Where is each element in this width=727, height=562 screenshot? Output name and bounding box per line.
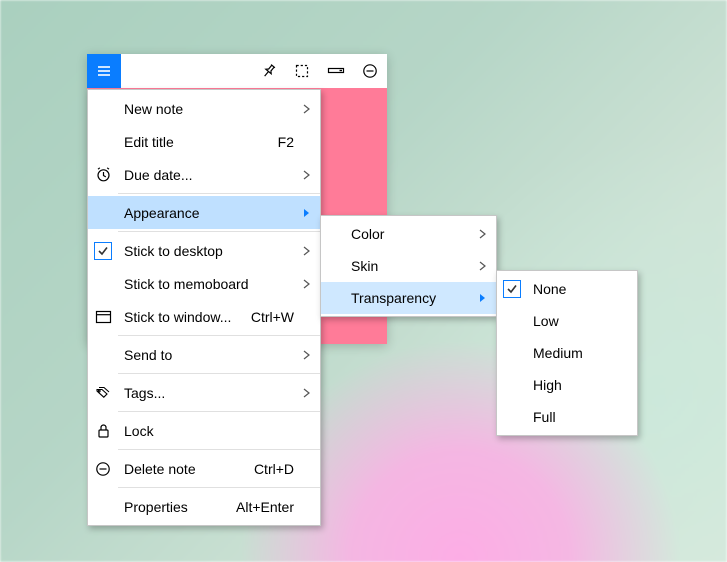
checkbox-checked-icon	[503, 280, 521, 298]
menu-label: Stick to desktop	[118, 243, 300, 259]
menu-item-delete-note[interactable]: Delete note Ctrl+D	[88, 452, 320, 485]
menu-item-transparency-low[interactable]: Low	[497, 305, 637, 337]
menu-separator	[118, 449, 320, 450]
titlebar-button[interactable]	[319, 54, 353, 88]
menu-label: Due date...	[118, 167, 300, 183]
menu-item-send-to[interactable]: Send to	[88, 338, 320, 371]
titlebar-icon	[327, 63, 345, 79]
menu-label: High	[527, 377, 631, 393]
menu-item-transparency-none[interactable]: None	[497, 273, 637, 305]
transparency-submenu: None Low Medium High Full	[496, 270, 638, 436]
submenu-arrow-icon	[479, 293, 487, 303]
menu-item-due-date[interactable]: Due date...	[88, 158, 320, 191]
menu-label: Tags...	[118, 385, 300, 401]
menu-shortcut: F2	[268, 134, 300, 150]
submenu-arrow-icon	[303, 104, 311, 114]
menu-label: Appearance	[118, 205, 300, 221]
submenu-arrow-icon	[303, 350, 311, 360]
menu-item-properties[interactable]: Properties Alt+Enter	[88, 490, 320, 523]
selection-icon	[294, 63, 310, 79]
menu-item-tags[interactable]: Tags...	[88, 376, 320, 409]
menu-label: Medium	[527, 345, 631, 361]
menu-label: Properties	[118, 499, 226, 515]
menu-separator	[118, 487, 320, 488]
menu-item-transparency-high[interactable]: High	[497, 369, 637, 401]
menu-item-new-note[interactable]: New note	[88, 92, 320, 125]
menu-shortcut: Ctrl+W	[241, 309, 300, 325]
checkbox-checked-icon	[94, 242, 112, 260]
menu-separator	[118, 373, 320, 374]
menu-label: Stick to memoboard	[118, 276, 300, 292]
menu-label: Transparency	[345, 290, 476, 306]
menu-shortcut: Ctrl+D	[244, 461, 300, 477]
context-menu: New note Edit title F2 Due date... Appea…	[87, 89, 321, 526]
menu-item-skin[interactable]: Skin	[321, 250, 496, 282]
minus-circle-icon	[362, 63, 378, 79]
pin-button[interactable]	[251, 54, 285, 88]
menu-label: Low	[527, 313, 631, 329]
hamburger-menu-button[interactable]	[87, 54, 121, 88]
submenu-arrow-icon	[303, 208, 311, 218]
menu-label: Stick to window...	[118, 309, 241, 325]
delete-button[interactable]	[353, 54, 387, 88]
menu-label: Send to	[118, 347, 300, 363]
menu-label: New note	[118, 101, 300, 117]
submenu-arrow-icon	[303, 170, 311, 180]
submenu-arrow-icon	[479, 261, 487, 271]
menu-label: None	[527, 281, 631, 297]
submenu-arrow-icon	[303, 388, 311, 398]
menu-separator	[118, 193, 320, 194]
menu-item-lock[interactable]: Lock	[88, 414, 320, 447]
menu-label: Edit title	[118, 134, 268, 150]
menu-item-transparency-full[interactable]: Full	[497, 401, 637, 433]
selection-button[interactable]	[285, 54, 319, 88]
menu-item-stick-window[interactable]: Stick to window... Ctrl+W	[88, 300, 320, 333]
menu-item-transparency[interactable]: Transparency	[321, 282, 496, 314]
submenu-arrow-icon	[479, 229, 487, 239]
menu-item-stick-memoboard[interactable]: Stick to memoboard	[88, 267, 320, 300]
menu-separator	[118, 231, 320, 232]
menu-separator	[118, 411, 320, 412]
menu-item-color[interactable]: Color	[321, 218, 496, 250]
menu-item-edit-title[interactable]: Edit title F2	[88, 125, 320, 158]
menu-label: Delete note	[118, 461, 244, 477]
submenu-arrow-icon	[303, 279, 311, 289]
submenu-arrow-icon	[303, 246, 311, 256]
alarm-icon	[95, 166, 112, 183]
pin-icon	[260, 63, 277, 80]
tags-icon	[94, 385, 112, 400]
hamburger-icon	[96, 63, 112, 79]
menu-item-transparency-medium[interactable]: Medium	[497, 337, 637, 369]
menu-shortcut: Alt+Enter	[226, 499, 300, 515]
menu-label: Lock	[118, 423, 300, 439]
note-toolbar	[87, 54, 387, 88]
appearance-submenu: Color Skin Transparency	[320, 215, 497, 317]
menu-label: Full	[527, 409, 631, 425]
menu-label: Skin	[345, 258, 476, 274]
menu-item-stick-desktop[interactable]: Stick to desktop	[88, 234, 320, 267]
menu-item-appearance[interactable]: Appearance	[88, 196, 320, 229]
lock-icon	[96, 423, 111, 439]
menu-label: Color	[345, 226, 476, 242]
minus-circle-icon	[95, 461, 111, 477]
window-icon	[95, 310, 112, 324]
menu-separator	[118, 335, 320, 336]
